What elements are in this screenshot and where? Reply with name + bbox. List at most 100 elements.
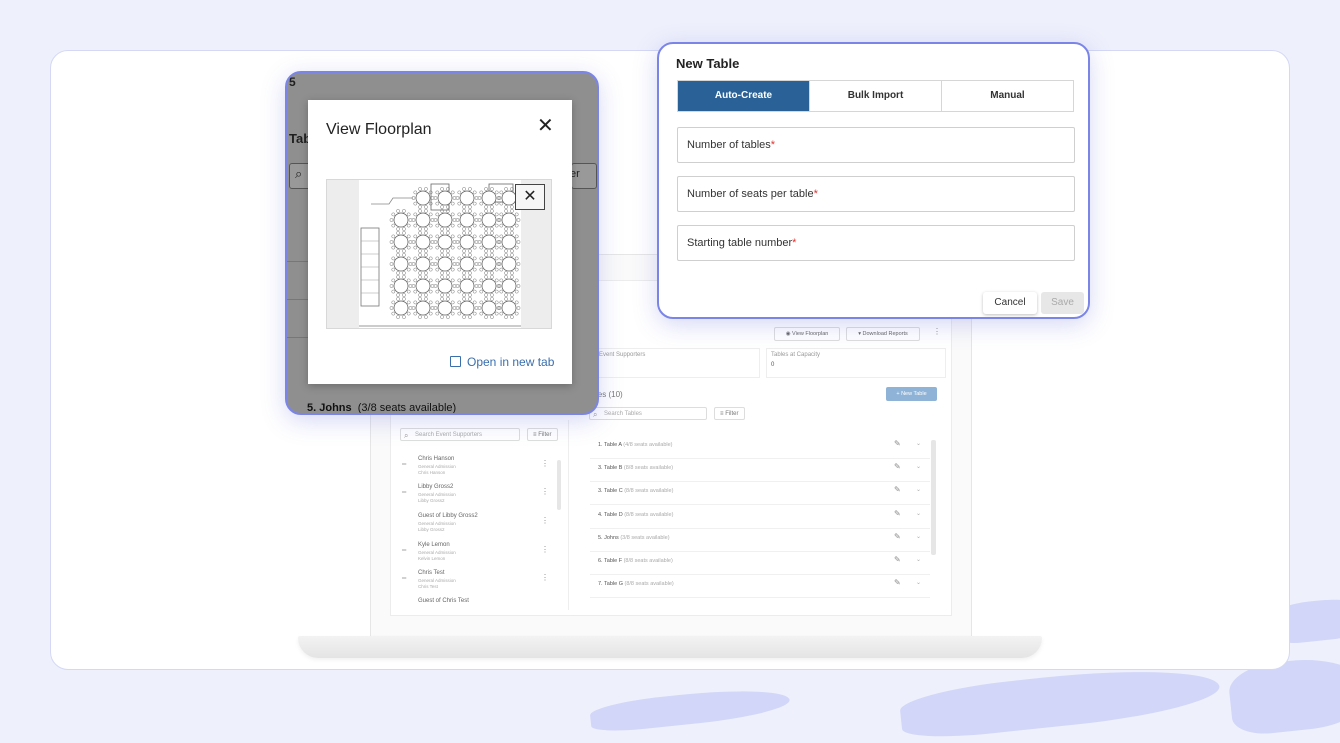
list-item[interactable]: Guest of Chris Test	[396, 598, 561, 626]
floorplan-table	[389, 209, 413, 231]
view-floorplan-modal: View Floorplan ✕ ✕ Open in new tab	[308, 100, 572, 384]
search-tables-input[interactable]: Search Tables	[589, 407, 707, 421]
close-icon[interactable]: ✕	[515, 184, 545, 210]
more-menu-icon[interactable]: ⋮	[541, 573, 549, 582]
tables-heading: les (10)	[596, 390, 623, 399]
tab-bulk-import[interactable]: Bulk Import	[810, 81, 942, 111]
laptop-base	[298, 636, 1042, 658]
edit-pencil-icon[interactable]: ✎	[894, 578, 901, 587]
create-mode-tabs: Auto-Create Bulk Import Manual	[677, 80, 1074, 112]
table-row[interactable]: 6. Table F (8/8 seats available) ✎ ⌄	[590, 552, 930, 575]
bg-divider	[287, 261, 309, 262]
table-row[interactable]: 7. Table G (8/8 seats available) ✎ ⌄	[590, 575, 930, 598]
chevron-down-icon[interactable]: ⌄	[916, 440, 921, 447]
list-item[interactable]: ═ Libby Gross2 General Admission Libby Gros…	[396, 484, 561, 512]
chevron-down-icon: ▾	[858, 331, 861, 337]
close-icon[interactable]: ✕	[537, 116, 554, 136]
floorplan-table	[433, 275, 457, 297]
download-reports-button[interactable]: ▾ Download Reports	[846, 327, 920, 341]
drag-handle-icon[interactable]: ═	[402, 548, 406, 554]
floorplan-table	[455, 253, 479, 275]
starting-table-number-field[interactable]: Starting table number*	[677, 225, 1075, 261]
search-icon: ⌕	[295, 166, 303, 181]
floorplan-table	[497, 275, 521, 297]
floorplan-table	[477, 253, 501, 275]
new-table-button[interactable]: + New Table	[886, 387, 937, 401]
filter-icon: ≡	[533, 432, 537, 438]
cancel-button[interactable]: Cancel	[983, 292, 1037, 314]
drag-handle-icon[interactable]: ═	[402, 576, 406, 582]
chevron-down-icon[interactable]: ⌄	[916, 510, 921, 517]
tab-auto-create[interactable]: Auto-Create	[678, 81, 810, 111]
floorplan-table	[411, 209, 435, 231]
drag-handle-icon[interactable]: ═	[402, 462, 406, 468]
table-row[interactable]: 5. Johns (3/8 seats available) ✎ ⌄	[590, 529, 930, 552]
floorplan-table	[455, 187, 479, 209]
tables-filter-button[interactable]: ≡ Filter	[714, 407, 745, 420]
floorplan-table	[455, 275, 479, 297]
list-item[interactable]: Guest of Libby Gross2 General Admission Li…	[396, 513, 561, 541]
table-row[interactable]: 1. Table A (4/8 seats available) ✎ ⌄	[590, 436, 930, 459]
list-item[interactable]: ═ Chris Hanson General Admission Chris Hans…	[396, 456, 561, 484]
filter-icon: ≡	[720, 411, 724, 417]
save-button[interactable]: Save	[1041, 292, 1084, 314]
chevron-down-icon[interactable]: ⌄	[916, 556, 921, 563]
floorplan-table	[389, 275, 413, 297]
external-link-icon	[450, 356, 461, 367]
table-row[interactable]: 3. Table B (8/8 seats available) ✎ ⌄	[590, 459, 930, 482]
bg-filter-box: er	[570, 163, 597, 189]
floorplan-table	[389, 297, 413, 319]
table-row[interactable]: 3. Table C (8/8 seats available) ✎ ⌄	[590, 482, 930, 505]
stat-card-supporters: Event Supporters	[596, 348, 760, 378]
floorplan-table	[433, 187, 457, 209]
floorplan-table	[411, 275, 435, 297]
edit-pencil-icon[interactable]: ✎	[894, 439, 901, 448]
more-menu-icon[interactable]: ⋮	[541, 459, 549, 468]
floorplan-table	[411, 253, 435, 275]
floorplan-table	[433, 209, 457, 231]
edit-pencil-icon[interactable]: ✎	[894, 532, 901, 541]
number-of-tables-field[interactable]: Number of tables*	[677, 127, 1075, 163]
modal-title: New Table	[676, 56, 740, 71]
floorplan-table	[433, 231, 457, 253]
seats-per-table-field[interactable]: Number of seats per table*	[677, 176, 1075, 212]
floorplan-image[interactable]: ✕	[326, 179, 552, 329]
stat-label: Event Supporters	[599, 352, 646, 358]
table-row[interactable]: 4. Table D (8/8 seats available) ✎ ⌄	[590, 506, 930, 529]
floorplan-table	[433, 253, 457, 275]
floorplan-table	[389, 253, 413, 275]
list-item[interactable]: ═ Kyle Lemon General Admission Kelvin Lemon…	[396, 542, 561, 570]
floorplan-table	[477, 231, 501, 253]
edit-pencil-icon[interactable]: ✎	[894, 485, 901, 494]
modal-title: View Floorplan	[326, 121, 432, 138]
stat-value: 0	[771, 362, 775, 368]
drag-handle-icon[interactable]: ═	[402, 490, 406, 496]
floorplan-table	[455, 209, 479, 231]
bg-divider	[287, 299, 309, 300]
chevron-down-icon[interactable]: ⌄	[916, 486, 921, 493]
more-menu-icon[interactable]: ⋮	[933, 327, 941, 336]
view-floorplan-button[interactable]: ◉ View Floorplan	[774, 327, 840, 341]
chevron-down-icon[interactable]: ⌄	[916, 533, 921, 540]
edit-pencil-icon[interactable]: ✎	[894, 509, 901, 518]
floorplan-table	[455, 231, 479, 253]
more-menu-icon[interactable]: ⋮	[541, 487, 549, 496]
list-item[interactable]: ═ Chris Test General Admission Chris Test ⋮	[396, 570, 561, 598]
supporters-filter-button[interactable]: ≡ Filter	[527, 428, 558, 441]
search-supporters-input[interactable]: Search Event Supporters	[400, 428, 520, 442]
chevron-down-icon[interactable]: ⌄	[916, 463, 921, 470]
edit-pencil-icon[interactable]: ✎	[894, 462, 901, 471]
floorplan-table	[411, 231, 435, 253]
tab-manual[interactable]: Manual	[942, 81, 1073, 111]
floorplan-table	[497, 253, 521, 275]
chevron-down-icon[interactable]: ⌄	[916, 579, 921, 586]
more-menu-icon[interactable]: ⋮	[541, 545, 549, 554]
floorplan-table	[477, 209, 501, 231]
open-in-new-tab-link[interactable]: Open in new tab	[450, 355, 554, 369]
more-menu-icon[interactable]: ⋮	[541, 516, 549, 525]
edit-pencil-icon[interactable]: ✎	[894, 555, 901, 564]
floorplan-table	[455, 297, 479, 319]
tables-scrollbar[interactable]	[931, 440, 936, 555]
floorplan-table	[497, 297, 521, 319]
supporters-scrollbar[interactable]	[557, 460, 561, 510]
